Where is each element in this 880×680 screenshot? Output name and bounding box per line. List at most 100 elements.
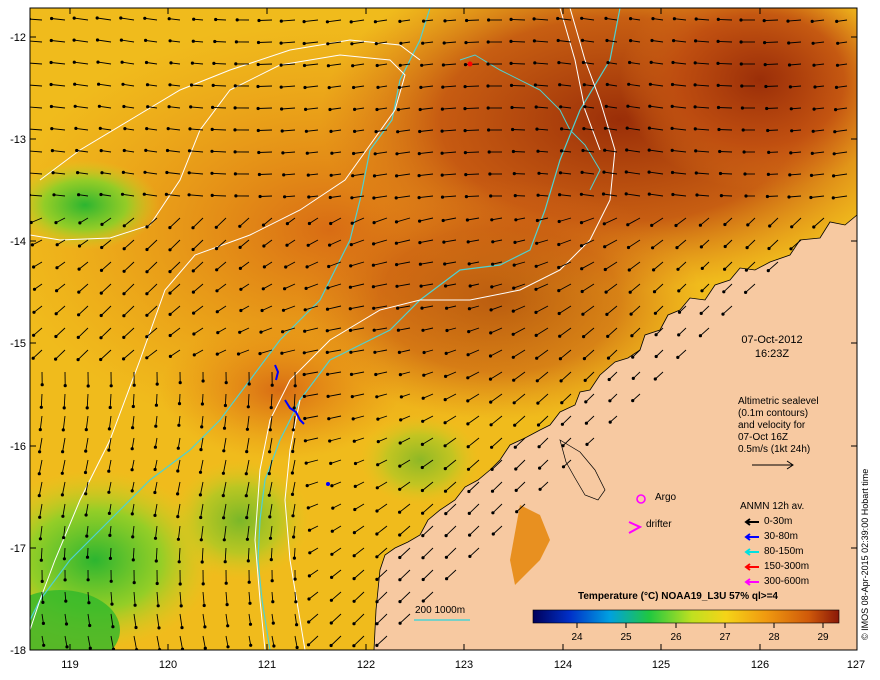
velocity-vector-head xyxy=(187,149,192,153)
velocity-vector-head xyxy=(835,19,839,23)
velocity-vector-head xyxy=(27,83,30,86)
velocity-vector-head xyxy=(373,152,377,156)
velocity-vector-head xyxy=(225,603,229,607)
velocity-vector-head xyxy=(257,18,261,23)
velocity-vector-head xyxy=(72,38,76,42)
velocity-vector-head xyxy=(700,289,704,293)
velocity-vector-head xyxy=(145,335,149,339)
velocity-vector-head xyxy=(467,511,471,515)
velocity-vector-head xyxy=(100,171,104,175)
velocity-vector-head xyxy=(512,172,516,176)
velocity-vector xyxy=(465,85,480,88)
velocity-vector-head xyxy=(488,354,493,358)
velocity-vector-head xyxy=(742,150,746,154)
velocity-vector-head xyxy=(306,173,310,177)
velocity-vector-head xyxy=(397,350,401,354)
velocity-vector-head xyxy=(40,579,44,584)
velocity-vector-head xyxy=(60,493,64,497)
velocity-vector-head xyxy=(226,645,230,649)
velocity-vector-head xyxy=(121,170,125,174)
velocity-vector-head xyxy=(581,148,585,153)
velocity-vector xyxy=(718,107,733,109)
velocity-vector-head xyxy=(99,336,103,340)
velocity-vector-head xyxy=(788,173,792,177)
velocity-vector-head xyxy=(582,83,586,87)
velocity-vector-head xyxy=(190,61,194,65)
velocity-vector-head xyxy=(261,223,266,227)
velocity-vector-head xyxy=(145,270,149,274)
velocity-vector-head xyxy=(145,247,149,252)
velocity-vector-head xyxy=(144,148,148,152)
velocity-vector-head xyxy=(259,330,263,334)
velocity-vector-head xyxy=(422,19,426,23)
colorbar-tick-label: 29 xyxy=(817,632,829,643)
velocity-vector-head xyxy=(37,494,41,498)
velocity-vector-head xyxy=(490,285,494,289)
velocity-vector-head xyxy=(76,358,80,362)
velocity-vector-head xyxy=(85,555,90,559)
velocity-vector-head xyxy=(649,60,653,64)
velocity-vector-head xyxy=(651,17,655,21)
velocity-vector-head xyxy=(604,16,608,20)
velocity-vector-head xyxy=(307,195,311,199)
velocity-vector-head xyxy=(328,439,332,443)
velocity-vector-head xyxy=(629,312,633,316)
velocity-vector-head xyxy=(444,555,448,559)
velocity-vector-head xyxy=(245,450,249,454)
velocity-vector-head xyxy=(466,445,470,449)
velocity-vector-head xyxy=(602,170,606,174)
velocity-vector-head xyxy=(677,333,681,337)
velocity-vector-head xyxy=(307,574,311,578)
velocity-vector-head xyxy=(268,428,272,432)
velocity-vector-head xyxy=(398,600,402,604)
velocity-vector-head xyxy=(307,620,311,624)
velocity-vector-head xyxy=(582,357,587,361)
velocity-vector-head xyxy=(534,287,538,291)
velocity-vector-head xyxy=(191,226,195,230)
velocity-vector-head xyxy=(445,328,449,333)
velocity-vector-head xyxy=(698,223,703,227)
bathy-legend-label: 200 1000m xyxy=(415,605,466,616)
velocity-vector-head xyxy=(605,38,609,43)
velocity-vector xyxy=(719,151,733,153)
velocity-vector-head xyxy=(789,247,793,251)
velocity-vector-head xyxy=(302,394,306,398)
velocity-vector-head xyxy=(130,489,134,493)
velocity-vector-head xyxy=(445,306,449,310)
velocity-vector-head xyxy=(122,247,126,251)
velocity-vector-head xyxy=(224,381,228,385)
velocity-vector-head xyxy=(77,193,81,197)
velocity-vector-head xyxy=(76,335,80,339)
velocity-vector-head xyxy=(510,127,515,132)
velocity-vector-head xyxy=(836,41,840,45)
velocity-vector-head xyxy=(513,445,517,449)
velocity-vector-head xyxy=(488,377,493,381)
velocity-vector-head xyxy=(420,63,424,67)
velocity-vector-head xyxy=(510,105,514,110)
lat-tick-label: -17 xyxy=(10,543,26,555)
velocity-vector-head xyxy=(580,38,585,43)
velocity-vector-head xyxy=(76,171,80,175)
velocity-vector-head xyxy=(512,263,516,267)
velocity-vector-head xyxy=(108,533,112,538)
velocity-vector-head xyxy=(351,64,355,68)
colorbar-tick-label: 27 xyxy=(719,632,731,643)
velocity-vector-head xyxy=(119,16,123,20)
velocity-vector-head xyxy=(234,194,238,198)
velocity-vector-head xyxy=(352,577,356,581)
velocity-vector-head xyxy=(221,494,225,498)
velocity-vector-head xyxy=(306,643,311,647)
velocity-vector-head xyxy=(376,85,380,89)
velocity-vector-head xyxy=(375,555,379,559)
velocity-vector-head xyxy=(329,221,333,226)
velocity-vector-head xyxy=(722,290,726,294)
velocity-vector-head xyxy=(601,192,606,196)
velocity-vector-head xyxy=(441,63,445,67)
velocity-vector-head xyxy=(489,400,493,404)
velocity-vector-head xyxy=(532,17,536,21)
velocity-vector-head xyxy=(787,195,791,199)
velocity-vector-head xyxy=(132,383,136,387)
velocity-vector-head xyxy=(238,245,242,249)
velocity-vector-head xyxy=(223,403,227,408)
velocity-vector-head xyxy=(374,42,378,46)
